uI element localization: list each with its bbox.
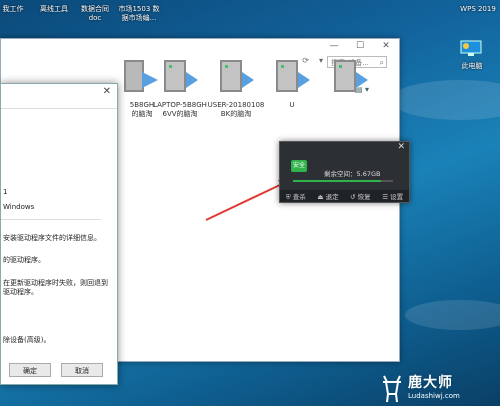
disk-usage-fill — [293, 180, 381, 182]
close-icon[interactable]: ✕ — [397, 142, 405, 152]
eject-button[interactable]: ⏏ 退定 — [317, 191, 338, 201]
restore-label: 恢复 — [357, 193, 371, 201]
scan-label: 查杀 — [292, 192, 306, 201]
annotation-arrow — [205, 180, 290, 221]
scan-button[interactable]: ⛨ 查杀 — [286, 191, 306, 202]
disk-usage-bar — [293, 180, 393, 182]
watermark-title: 鹿大师 — [408, 375, 453, 391]
watermark-url: Ludashiwj.com — [408, 392, 460, 400]
settings-button[interactable]: ☰ 设置 — [382, 191, 403, 201]
deer-logo-icon — [383, 375, 401, 403]
eject-label: 退定 — [325, 193, 339, 201]
free-space-text: 剩余空间：5.67GB — [324, 170, 381, 178]
settings-label: 设置 — [390, 193, 404, 201]
safe-badge: 安全 — [291, 160, 307, 172]
watermark: 鹿大师 Ludashiwj.com — [378, 372, 500, 406]
widget-actions: ⛨ 查杀 ⏏ 退定 ↺ 恢复 ☰ 设置 — [280, 190, 409, 202]
restore-button[interactable]: ↺ 恢复 — [350, 191, 371, 201]
disk-security-widget: ✕ 安全 剩余空间：5.67GB ⛨ 查杀 ⏏ 退定 ↺ 恢复 ☰ 设置 — [279, 141, 410, 203]
